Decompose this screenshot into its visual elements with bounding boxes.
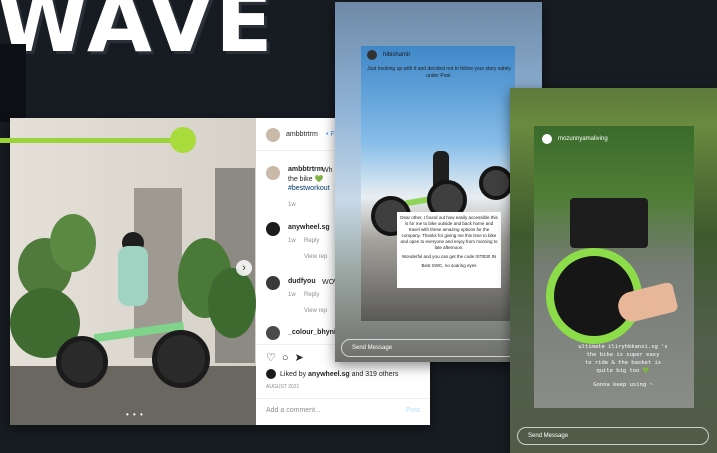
- caption-line: the bike 💚: [288, 176, 324, 183]
- story-note: Dear other, I found out how easily acces…: [397, 212, 501, 288]
- caption-time: 1w: [288, 202, 296, 208]
- wave-headline: WAVE: [0, 0, 275, 71]
- bike-front-wheel: [56, 336, 108, 388]
- photo-plant: [208, 268, 256, 338]
- carousel-next-icon[interactable]: ›: [236, 260, 252, 276]
- author-avatar[interactable]: [266, 128, 280, 142]
- comment-username[interactable]: anywheel.sg: [288, 224, 330, 231]
- story-handle[interactable]: mozunnyamaliving: [558, 136, 608, 142]
- carousel-dots: • • •: [126, 410, 144, 419]
- story-caption-line: Gonna keep using ~: [593, 381, 653, 388]
- story-avatar: [542, 134, 552, 144]
- reply-link[interactable]: Reply: [304, 238, 319, 244]
- author-username[interactable]: ambbtrtrm: [286, 131, 318, 138]
- caption-avatar: [266, 166, 280, 180]
- divider: [256, 398, 430, 399]
- liked-by-user[interactable]: anywheel.sg: [308, 371, 350, 378]
- bike-rear-wheel: [152, 330, 210, 388]
- liked-by-suffix: and 319 others: [351, 371, 399, 378]
- view-replies-link[interactable]: View rep: [304, 254, 327, 260]
- add-comment-input[interactable]: Add a comment...: [266, 407, 321, 414]
- headline-shadow-block: [0, 44, 26, 122]
- comment-username[interactable]: dudfyou: [288, 278, 316, 285]
- comment-time: 1w: [288, 292, 296, 298]
- view-replies-link[interactable]: View rep: [304, 308, 327, 314]
- comment-icon[interactable]: ○: [282, 352, 295, 364]
- story-caption-line: to ride & the basket is: [584, 359, 662, 366]
- story-note-text: Dear other, I found out how easily acces…: [400, 215, 498, 251]
- story-send-message-input[interactable]: Send Message: [517, 427, 709, 445]
- comment-username[interactable]: _colour_bhyni: [288, 329, 336, 336]
- heart-icon[interactable]: ♡: [266, 352, 282, 364]
- follow-button[interactable]: • F: [326, 131, 335, 138]
- story-note-text: Best SWC, no soaring eyes: [421, 263, 477, 269]
- comment-avatar: [266, 276, 280, 290]
- bike-basket: [570, 198, 648, 248]
- story-send-message-input[interactable]: Send Message: [341, 339, 527, 357]
- liked-by-text[interactable]: Liked by anywheel.sg and 319 others: [280, 370, 398, 379]
- story-note-text: Wonderful and you can get the code ISTB3…: [401, 254, 497, 260]
- story-avatar: [367, 50, 377, 60]
- comment-avatar: [266, 326, 280, 340]
- slider-knob[interactable]: [170, 127, 196, 153]
- comment-time: 1w: [288, 238, 296, 244]
- liked-by-prefix: Liked by: [280, 371, 307, 378]
- caption-line: Wh: [322, 167, 333, 174]
- story-caption-line: quite big too 💚: [596, 367, 650, 374]
- post-photo[interactable]: › • • •: [10, 118, 256, 425]
- slider-track[interactable]: [0, 138, 180, 143]
- post-comment-button[interactable]: Post: [406, 407, 420, 414]
- photo-plant: [50, 214, 96, 272]
- reply-link[interactable]: Reply: [304, 292, 319, 298]
- comment-avatar: [266, 222, 280, 236]
- post-date: AUGUST 2021: [266, 384, 300, 390]
- caption-hashtag[interactable]: #bestworkout: [288, 184, 330, 193]
- bike-wheel: [479, 166, 513, 200]
- story-handle[interactable]: hibishamir: [383, 52, 410, 58]
- story-caption-line: ultimate iliryhkkanzi.sg 's: [578, 344, 668, 350]
- rider-body: [118, 246, 148, 306]
- story-caption-line: the bike is super easy: [586, 351, 660, 358]
- post-action-icons: ♡○➤: [266, 351, 310, 364]
- story-caption: Just hooking up with it and decided not …: [367, 66, 511, 79]
- story-screenshot-2: mozunnyamaliving ultimate iliryhkkanzi.s…: [510, 88, 717, 453]
- caption-username[interactable]: ambbtrtrm: [288, 166, 323, 173]
- story-caption: ultimate iliryhkkanzi.sg 's the bike is …: [558, 344, 688, 390]
- share-icon[interactable]: ➤: [295, 352, 310, 364]
- liker-avatar: [266, 369, 276, 379]
